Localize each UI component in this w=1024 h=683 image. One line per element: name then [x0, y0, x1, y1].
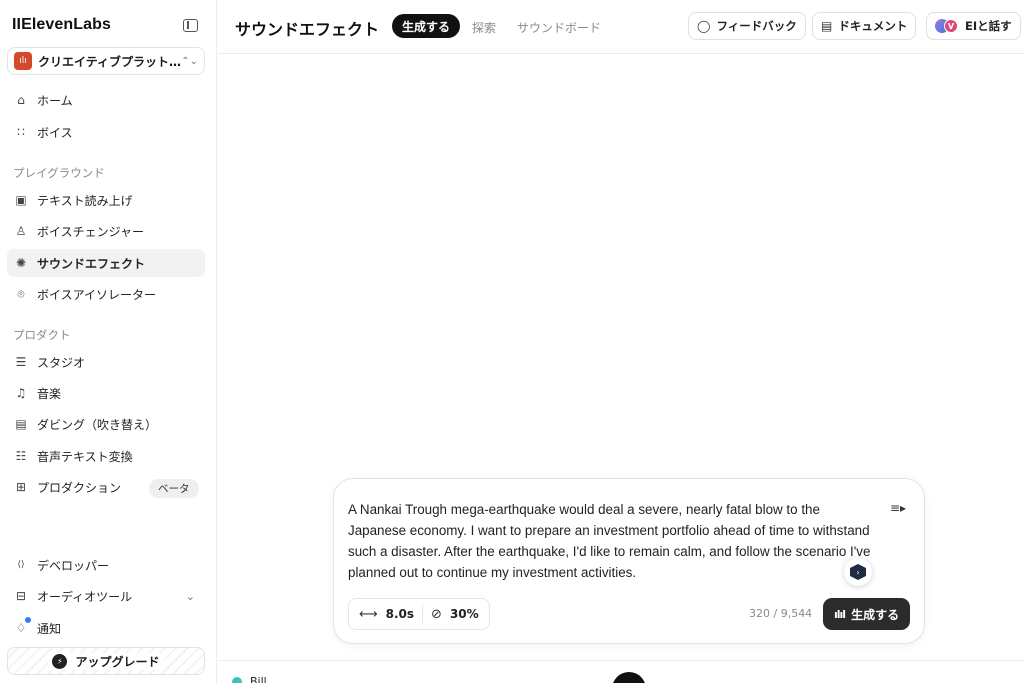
- productions-icon: ⊞: [15, 480, 27, 494]
- generation-settings[interactable]: ⟷ 8.0s ⊘ 30%: [348, 598, 490, 630]
- sound-effects-icon: ✺: [15, 256, 27, 270]
- text-to-speech-icon: ▣: [15, 193, 27, 207]
- sidebar-item-home[interactable]: ⌂ ホーム: [7, 86, 205, 114]
- duration-value: 8.0s: [385, 607, 415, 621]
- character-count: 320 / 9,544: [749, 607, 813, 620]
- sidebar-item-voice-changer[interactable]: ♙ ボイスチェンジャー: [7, 217, 205, 245]
- prompt-influence-value: 30%: [449, 607, 479, 621]
- sidebar-item-label: 音声テキスト変換: [37, 449, 133, 464]
- generate-label: 生成する: [851, 607, 900, 622]
- divider: [422, 605, 424, 623]
- sidebar-item-audio-tools[interactable]: ⊟ オーディオツール ⌄: [7, 582, 205, 610]
- chat-bubble-icon: ◯: [697, 19, 711, 33]
- waveform-icon: ılıl: [834, 607, 846, 621]
- sidebar-item-label: オーディオツール: [37, 589, 133, 604]
- upgrade-label: アップグレード: [75, 654, 160, 669]
- sidebar-item-label: プロダクション: [37, 480, 122, 495]
- sidebar-item-studio[interactable]: ☰ スタジオ: [7, 348, 205, 376]
- document-icon: ▤: [821, 19, 833, 33]
- notification-dot: [25, 617, 31, 623]
- sidebar-item-sound-effects[interactable]: ✺ サウンドエフェクト: [7, 249, 205, 277]
- docs-button[interactable]: ▤ ドキュメント: [812, 12, 917, 40]
- sidebar-item-notifications[interactable]: ♢ 通知: [7, 614, 205, 642]
- assistant-badge[interactable]: ›: [844, 558, 872, 586]
- docs-label: ドキュメント: [838, 19, 908, 33]
- prompt-list-icon[interactable]: ≡▸: [890, 501, 906, 515]
- voice-avatar-icon: [232, 676, 242, 683]
- talk-to-el-button[interactable]: V EIと話す: [926, 12, 1021, 40]
- home-icon: ⌂: [17, 93, 25, 107]
- tab-explore[interactable]: 探索: [472, 19, 496, 36]
- sidebar-item-label: 通知: [37, 621, 62, 636]
- workspace-name: クリエイティブプラット…: [38, 54, 182, 69]
- sidebar-item-label: 音楽: [37, 386, 62, 401]
- chevron-updown-icon: ⌃⌄: [181, 55, 198, 67]
- sidebar-item-label: デベロッパー: [37, 558, 110, 573]
- prompt-composer: A Nankai Trough mega-earthquake would de…: [333, 478, 925, 644]
- sidebar-item-label: ダビング（吹き替え）: [37, 417, 158, 432]
- music-icon: ♫: [15, 386, 27, 400]
- sidebar-item-music[interactable]: ♫ 音楽: [7, 379, 205, 407]
- sidebar-item-voices[interactable]: ∷ ボイス: [7, 118, 205, 146]
- sidebar-item-label: ホーム: [37, 93, 73, 108]
- sidebar: IIElevenLabs ılı クリエイティブプラット… ⌃⌄ ⌂ ホーム ∷…: [0, 0, 217, 683]
- sidebar-item-dubbing[interactable]: ▤ ダビング（吹き替え）: [7, 410, 205, 438]
- talk-label: EIと話す: [965, 19, 1012, 33]
- upgrade-icon: ⚡: [52, 653, 68, 669]
- speech-to-text-icon: ☷: [15, 449, 27, 463]
- top-header: サウンドエフェクト 生成する 探索 サウンドボード ◯ フィードバック ▤ ドキ…: [218, 0, 1024, 54]
- voice-isolator-icon: ⌾: [17, 286, 25, 301]
- feedback-button[interactable]: ◯ フィードバック: [688, 12, 806, 40]
- play-button[interactable]: [612, 672, 646, 683]
- sidebar-item-label: テキスト読み上げ: [37, 193, 133, 208]
- sidebar-collapse-icon[interactable]: [183, 19, 198, 32]
- sidebar-item-label: ボイスアイソレーター: [37, 287, 157, 302]
- tab-soundboard[interactable]: サウンドボード: [517, 19, 601, 36]
- workspace-switcher[interactable]: ılı クリエイティブプラット… ⌃⌄: [7, 47, 205, 75]
- workspace-logo-icon: ılı: [14, 52, 32, 70]
- studio-icon: ☰: [15, 355, 27, 369]
- player-bar: Bill: [218, 660, 1024, 683]
- sidebar-item-speech-to-text[interactable]: ☷ 音声テキスト変換: [7, 442, 205, 470]
- upgrade-button[interactable]: ⚡ アップグレード: [7, 647, 205, 675]
- feedback-label: フィードバック: [716, 19, 797, 33]
- player-user-name: Bill: [250, 675, 267, 683]
- sidebar-item-label: スタジオ: [37, 355, 86, 370]
- beta-badge: ベータ: [149, 479, 199, 498]
- section-label-products: プロダクト: [13, 328, 71, 342]
- audio-tools-icon: ⊟: [15, 589, 27, 603]
- sidebar-item-text-to-speech[interactable]: ▣ テキスト読み上げ: [7, 186, 205, 214]
- developers-icon: ⟨⟩: [17, 560, 25, 570]
- player-user: Bill: [232, 675, 267, 683]
- sidebar-item-label: ボイスチェンジャー: [37, 224, 145, 239]
- sidebar-item-label: サウンドエフェクト: [37, 256, 146, 271]
- sidebar-item-voice-isolator[interactable]: ⌾ ボイスアイソレーター: [7, 280, 205, 308]
- page-title: サウンドエフェクト: [235, 20, 380, 39]
- duration-arrows-icon: ⟷: [359, 606, 378, 622]
- voices-icon: ∷: [17, 125, 25, 139]
- prompt-input[interactable]: A Nankai Trough mega-earthquake would de…: [348, 499, 878, 583]
- hexagon-logo-icon: ›: [850, 564, 866, 580]
- sidebar-item-developers[interactable]: ⟨⟩ デベロッパー: [7, 551, 205, 579]
- dubbing-icon: ▤: [15, 417, 27, 431]
- section-label-playground: プレイグラウンド: [13, 166, 105, 180]
- voice-changer-icon: ♙: [15, 224, 27, 238]
- bell-icon: ♢: [13, 617, 31, 636]
- chevron-down-icon: ⌄: [185, 589, 195, 603]
- brand-logo[interactable]: IIElevenLabs: [12, 16, 111, 34]
- tab-generate[interactable]: 生成する: [392, 14, 461, 38]
- generate-button[interactable]: ılıl 生成する: [823, 598, 911, 630]
- compass-icon: ⊘: [431, 606, 442, 622]
- sidebar-item-label: ボイス: [37, 125, 73, 140]
- avatar: V: [935, 19, 959, 33]
- user-avatar: V: [944, 19, 958, 33]
